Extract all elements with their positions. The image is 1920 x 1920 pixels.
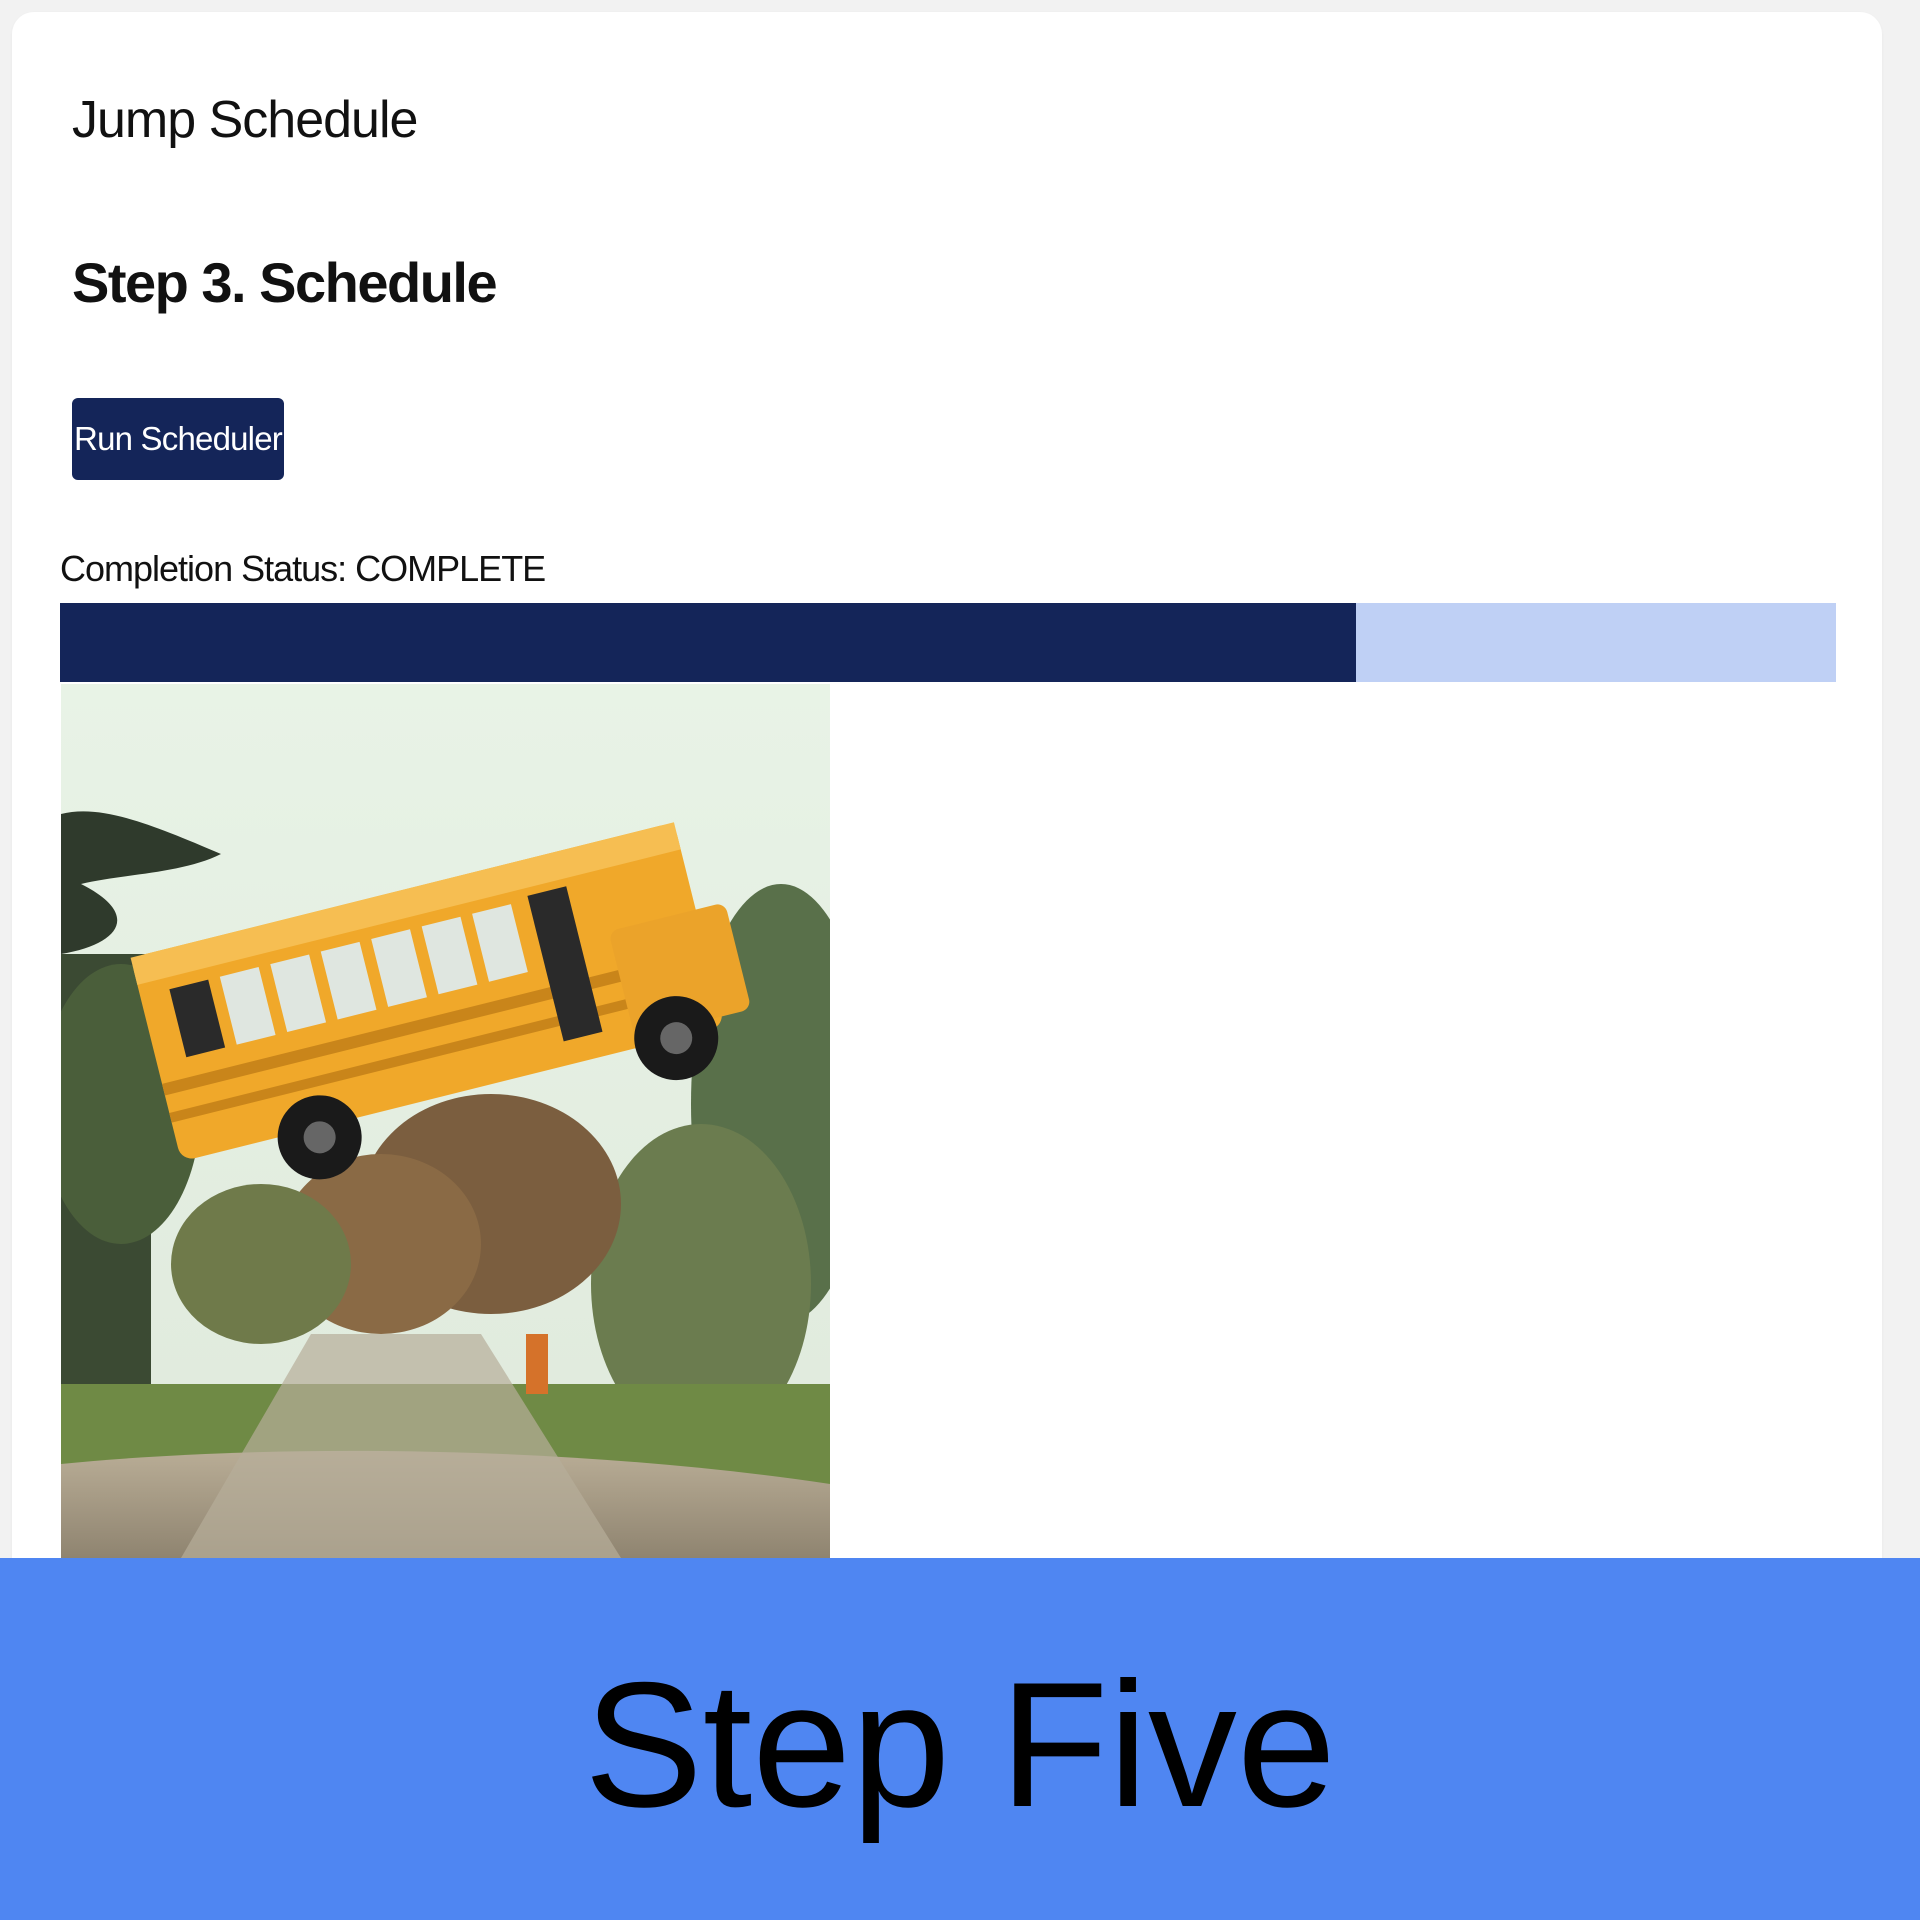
progress-bar — [60, 603, 1836, 682]
flying-school-bus-image — [61, 684, 830, 1558]
step-banner: Step Five — [0, 1558, 1920, 1920]
bus-illustration — [61, 684, 830, 1558]
app-title: Jump Schedule — [72, 91, 418, 149]
progress-bar-fill — [60, 603, 1357, 682]
step-heading: Step 3. Schedule — [72, 251, 498, 314]
banner-text: Step Five — [584, 1645, 1336, 1844]
run-scheduler-button[interactable]: Run Scheduler — [72, 398, 284, 480]
completion-status: Completion Status: COMPLETE — [60, 548, 546, 589]
